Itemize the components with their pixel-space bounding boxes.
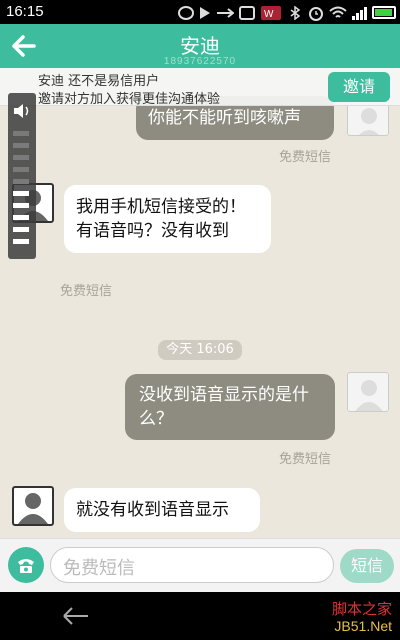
message-composer: 免费短信 短信 <box>0 538 400 592</box>
image-icon <box>239 5 255 20</box>
sms-label: 免费短信 <box>279 452 332 467</box>
volume-level-bar <box>13 203 29 208</box>
message-bubble-incoming[interactable]: 我用手机短信接受的！有语音吗？没有收到 <box>64 185 271 253</box>
call-button[interactable] <box>8 547 44 583</box>
volume-level-bar <box>13 179 29 184</box>
chat-icon <box>178 5 194 20</box>
volume-level-bar <box>13 215 29 220</box>
invite-status-text: 安迪 还不是易信用户 <box>38 74 160 89</box>
time-divider: 今天 16:06 <box>158 340 242 360</box>
usb-icon <box>217 7 234 18</box>
contact-phone: 18937622570 <box>163 56 237 67</box>
invite-hint-text: 邀请对方加入获得更佳沟通体验 <box>38 92 221 107</box>
message-text: 没收到语音显示的是什么？ <box>139 385 309 429</box>
status-bar: 16:15 W <box>0 0 400 24</box>
message-text: 你能不能听到咳嗽声 <box>148 108 301 128</box>
invite-button[interactable]: 邀请 <box>328 72 390 102</box>
status-icons: W <box>178 4 396 21</box>
invite-banner: 安迪 还不是易信用户 邀请对方加入获得更佳沟通体验 邀请 <box>0 68 400 107</box>
watermark: 脚本之家 JB51.Net <box>331 601 392 635</box>
bluetooth-icon <box>290 5 301 20</box>
volume-level-bar <box>13 191 29 196</box>
message-bubble-outgoing[interactable]: 没收到语音显示的是什么？ <box>125 374 335 440</box>
sms-label: 免费短信 <box>279 150 332 165</box>
volume-level-bar <box>13 167 29 172</box>
watermark-line2: JB51.Net <box>334 618 392 634</box>
wifi-icon <box>329 6 347 18</box>
volume-level-bar <box>13 239 29 244</box>
volume-level-bar <box>13 131 29 136</box>
user-silhouette-icon <box>18 493 48 524</box>
sms-label: 免费短信 <box>60 284 113 299</box>
signal-icon <box>352 6 367 20</box>
volume-level-bar <box>13 143 29 148</box>
app-badge-icon: W <box>261 5 281 20</box>
battery-icon <box>372 6 396 19</box>
message-text: 我用手机短信接受的！有语音吗？没有收到 <box>76 197 246 241</box>
avatar[interactable] <box>347 372 389 412</box>
alarm-icon <box>309 6 323 21</box>
user-silhouette-icon <box>359 108 379 135</box>
message-bubble-incoming[interactable]: 就没有收到语音显示 <box>64 488 260 532</box>
volume-level-bar <box>13 227 29 232</box>
chat-area[interactable]: 你能不能听到咳嗽声 免费短信 我用手机短信接受的！有语音吗？没有收到 免费短信 … <box>0 68 400 538</box>
message-text: 就没有收到语音显示 <box>76 500 229 520</box>
speaker-icon <box>14 104 29 118</box>
watermark-line1: 脚本之家 <box>331 601 392 618</box>
chat-header: 安迪 18937622570 <box>0 24 400 68</box>
svg-text:W: W <box>264 9 274 20</box>
volume-level-bar <box>13 155 29 160</box>
nav-back-icon[interactable] <box>62 604 90 628</box>
play-icon <box>200 6 210 19</box>
send-sms-button[interactable]: 短信 <box>340 549 394 583</box>
message-input[interactable]: 免费短信 <box>50 547 334 583</box>
status-time: 16:15 <box>6 3 44 20</box>
phone-icon <box>18 559 34 573</box>
user-silhouette-icon <box>355 380 383 411</box>
avatar[interactable] <box>12 486 54 526</box>
volume-overlay[interactable] <box>8 93 36 259</box>
contact-name: 安迪 <box>180 34 220 58</box>
